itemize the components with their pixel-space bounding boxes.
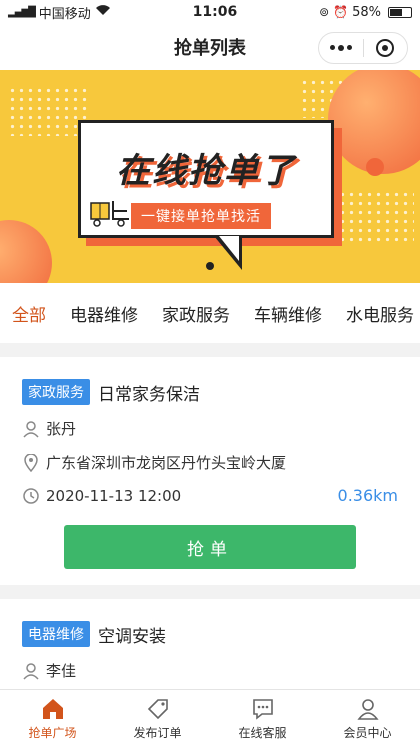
page-title: 抢单列表 [174,38,246,59]
tab-post-order[interactable]: 发布订单 [105,690,210,747]
order-title: 空调安装 [98,626,166,647]
more-button[interactable] [319,33,363,63]
order-distance: 0.36km [337,486,398,505]
banner-subline: 一键接单抢单找活 [131,203,271,229]
customer-name: 张丹 [46,420,77,438]
tab-online-support[interactable]: 在线客服 [210,690,315,747]
wifi-icon [95,4,111,20]
close-mini-program-button[interactable] [364,33,408,63]
clock: 11:06 [192,4,238,20]
cart-icon [90,201,129,227]
user-icon [356,699,379,720]
status-bar: ▂▄▆█ 中国移动 11:06 ⊚ ⏰ 58% [0,0,420,24]
tab-vehicle-repair[interactable]: 车辆维修 [254,301,322,326]
order-title: 日常家务保洁 [98,384,200,405]
bubble-tail-inner [219,236,239,261]
tab-plumbing-electrical[interactable]: 水电服务 [346,301,414,326]
user-icon [22,662,40,680]
tab-label: 会员中心 [343,726,392,740]
dot-pattern [338,190,414,242]
nav-bar: 抢单列表 [0,24,420,70]
user-icon [22,420,40,438]
mini-program-capsule [318,32,408,64]
signal-icon: ▂▄▆█ [8,6,36,18]
order-card[interactable]: 家政服务 日常家务保洁 张丹 广东省深圳市龙岗区丹竹头宝岭大厦 2020-11-… [0,357,420,585]
order-card[interactable]: 电器维修 空调安装 李佳 [0,599,420,697]
tab-member-center[interactable]: 会员中心 [315,690,420,747]
grab-order-button[interactable]: 抢单 [64,525,356,569]
category-badge: 电器维修 [22,621,90,647]
banner-pager-dot[interactable] [206,262,214,270]
tag-icon [147,699,168,720]
decor-circle [0,220,52,283]
tab-all[interactable]: 全部 [12,301,46,326]
promo-banner[interactable]: 在线抢单了 一键接单抢单找活 [0,70,420,283]
speech-bubble: 在线抢单了 一键接单抢单找活 [78,120,334,238]
tab-label: 在线客服 [238,726,287,740]
order-time: 2020-11-13 12:00 [46,486,182,505]
more-dots-icon [329,45,352,51]
decor-circle [366,158,384,176]
target-icon [376,39,395,57]
tab-housekeeping[interactable]: 家政服务 [162,301,230,326]
alarm-icon: ⏰ [333,5,349,19]
tab-grab-square[interactable]: 抢单广场 [0,690,105,747]
home-icon [42,699,63,719]
banner-headline: 在线抢单了 [116,151,296,191]
tab-label: 抢单广场 [28,726,77,740]
customer-name: 李佳 [46,662,77,680]
battery-icon [388,6,412,18]
orientation-lock-icon: ⊚ [319,5,330,19]
tab-appliance-repair[interactable]: 电器维修 [70,301,138,326]
carrier-label: 中国移动 [38,6,91,22]
battery-percent: 58% [352,4,381,20]
tab-label: 发布订单 [133,726,182,740]
location-pin-icon [22,453,40,472]
category-tabs: 全部 电器维修 家政服务 车辆维修 水电服务 [0,283,420,343]
chat-icon [252,699,273,720]
clock-icon [22,487,40,505]
dot-pattern [8,86,88,136]
bottom-tab-bar: 抢单广场 发布订单 在线客服 会员中心 [0,689,420,747]
order-address: 广东省深圳市龙岗区丹竹头宝岭大厦 [46,454,287,472]
category-badge: 家政服务 [22,379,90,405]
